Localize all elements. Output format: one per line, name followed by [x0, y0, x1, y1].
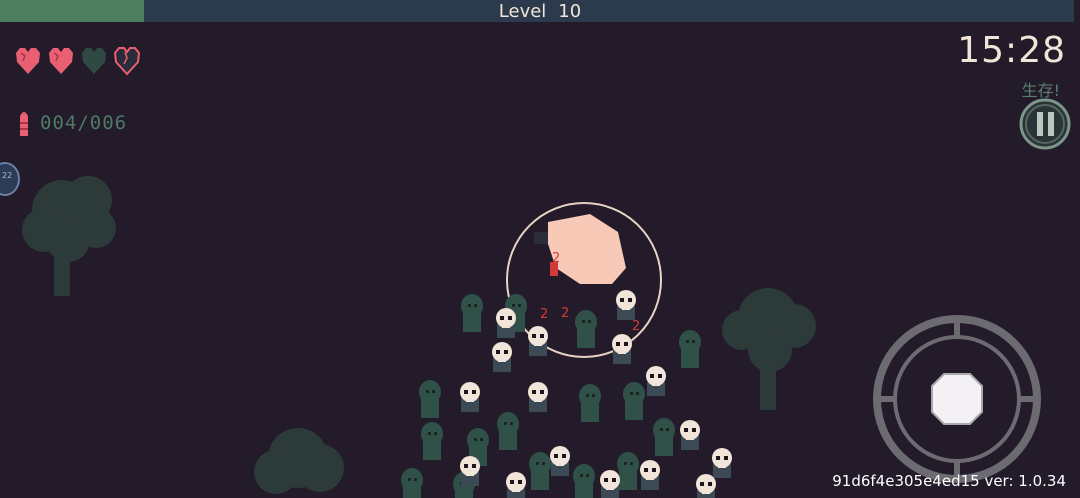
skull-enemy: [680, 420, 700, 450]
skull-enemy: [616, 290, 636, 320]
tree-left: [22, 176, 116, 296]
survival-timer: 15:28: [957, 30, 1066, 71]
ammo-count: 004/006: [40, 112, 128, 134]
heart-icon: [16, 48, 40, 74]
bullet-icon: [20, 112, 28, 136]
skull-enemy: [528, 326, 548, 356]
enemy-horde: [401, 290, 732, 498]
heart-empty-icon: [82, 48, 106, 74]
level-label: Level: [498, 1, 547, 22]
damage-number: 2: [552, 251, 560, 266]
ghost-enemy: [579, 384, 601, 422]
ghost-enemy: [617, 452, 639, 490]
ghost-enemy: [653, 418, 675, 456]
skull-enemy: [640, 460, 660, 490]
game-viewport[interactable]: 2 2 2 2 Level 10 004/006 22 15:28 生存! 91…: [0, 0, 1080, 498]
ghost-enemy: [623, 382, 645, 420]
health-hearts: [14, 44, 141, 76]
ghost-enemy: [679, 330, 701, 368]
skull-enemy: [600, 470, 620, 498]
joystick-thumb-icon: [931, 373, 983, 425]
ghost-enemy: [497, 412, 519, 450]
skull-enemy: [612, 334, 632, 364]
skull-enemy: [712, 448, 732, 478]
level-indicator: Level 10: [0, 0, 1080, 24]
ghost-enemy: [575, 310, 597, 348]
aim-joystick[interactable]: [872, 314, 1042, 484]
ghost-enemy: [573, 464, 595, 498]
player-character: [534, 214, 626, 284]
level-value: 10: [558, 1, 582, 22]
damage-number: 2: [632, 319, 640, 334]
ghost-enemy: [529, 452, 551, 490]
skull-enemy: [460, 382, 480, 412]
ghost-enemy: [461, 294, 483, 332]
build-version: 91d6f4e305e4ed15 ver: 1.0.34: [832, 472, 1066, 490]
ghost-enemy: [419, 380, 441, 418]
tree-right: [722, 288, 816, 410]
damage-number: 2: [561, 306, 569, 321]
tree-bottom: [254, 428, 344, 494]
damage-number: 2: [540, 307, 548, 322]
skull-enemy: [460, 456, 480, 486]
skull-enemy: [492, 342, 512, 372]
skull-enemy: [506, 472, 526, 498]
skull-enemy: [646, 366, 666, 396]
skull-enemy: [528, 382, 548, 412]
heart-outline-icon: [113, 47, 141, 76]
skull-enemy: [696, 474, 716, 498]
ghost-enemy: [401, 468, 423, 498]
ammo-counter: 004/006: [16, 108, 127, 138]
heart-icon: [49, 48, 73, 74]
ghost-enemy: [421, 422, 443, 460]
pause-button[interactable]: [1019, 98, 1071, 150]
skull-enemy: [496, 308, 516, 338]
skull-enemy: [550, 446, 570, 476]
